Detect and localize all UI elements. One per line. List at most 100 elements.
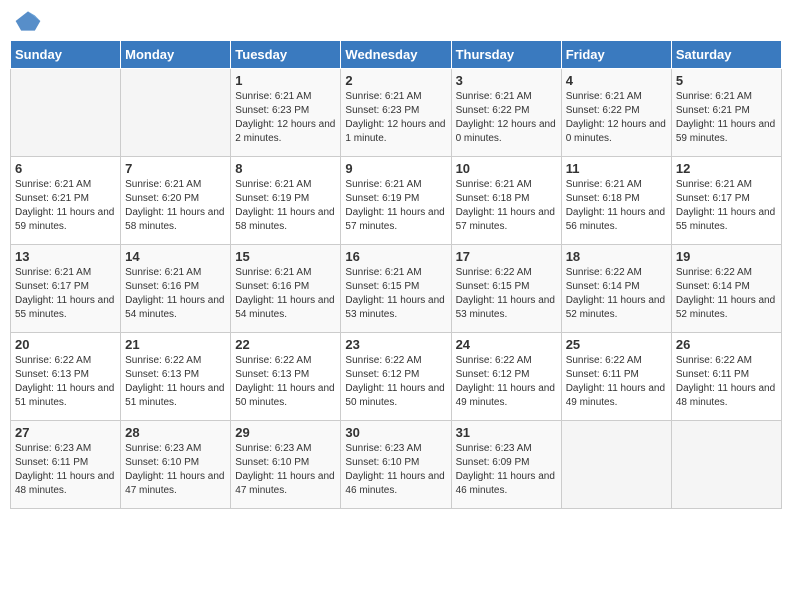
- day-number: 25: [566, 337, 667, 352]
- day-number: 5: [676, 73, 777, 88]
- day-info: Sunrise: 6:22 AM Sunset: 6:12 PM Dayligh…: [345, 354, 446, 410]
- day-info: Sunrise: 6:21 AM Sunset: 6:21 PM Dayligh…: [676, 90, 777, 146]
- weekday-header-monday: Monday: [121, 41, 231, 69]
- calendar-cell: 11 Sunrise: 6:21 AM Sunset: 6:18 PM Dayli…: [561, 157, 671, 245]
- day-number: 18: [566, 249, 667, 264]
- day-info: Sunrise: 6:22 AM Sunset: 6:12 PM Dayligh…: [456, 354, 557, 410]
- day-number: 8: [235, 161, 336, 176]
- calendar-cell: 19Sunrise: 6:22 AM Sunset: 6:14 PM Dayli…: [671, 245, 781, 333]
- day-number: 21: [125, 337, 226, 352]
- day-number: 17: [456, 249, 557, 264]
- day-number: 11: [566, 161, 667, 176]
- day-info: Sunrise: 6:21 AM Sunset: 6:18 PM Dayligh…: [566, 178, 667, 234]
- day-number: 14: [125, 249, 226, 264]
- calendar-body: 1 Sunrise: 6:21 AM Sunset: 6:23 PM Daylig…: [11, 69, 782, 509]
- day-number: 12: [676, 161, 777, 176]
- calendar-week-row: 6Sunrise: 6:21 AM Sunset: 6:21 PM Daylig…: [11, 157, 782, 245]
- day-info: Sunrise: 6:23 AM Sunset: 6:10 PM Dayligh…: [125, 442, 226, 498]
- calendar-cell: 13 Sunrise: 6:21 AM Sunset: 6:17 PM Dayli…: [11, 245, 121, 333]
- day-info: Sunrise: 6:21 AM Sunset: 6:19 PM Dayligh…: [235, 178, 336, 234]
- calendar-week-row: 27 Sunrise: 6:23 AM Sunset: 6:11 PM Dayli…: [11, 421, 782, 509]
- calendar-cell: 5 Sunrise: 6:21 AM Sunset: 6:21 PM Daylig…: [671, 69, 781, 157]
- calendar-cell: [561, 421, 671, 509]
- calendar-cell: 28 Sunrise: 6:23 AM Sunset: 6:10 PM Dayli…: [121, 421, 231, 509]
- day-number: 2: [345, 73, 446, 88]
- calendar-table: SundayMondayTuesdayWednesdayThursdayFrid…: [10, 40, 782, 509]
- day-number: 24: [456, 337, 557, 352]
- calendar-week-row: 13 Sunrise: 6:21 AM Sunset: 6:17 PM Dayli…: [11, 245, 782, 333]
- weekday-header-sunday: Sunday: [11, 41, 121, 69]
- calendar-cell: 29 Sunrise: 6:23 AM Sunset: 6:10 PM Dayli…: [231, 421, 341, 509]
- day-info: Sunrise: 6:22 AM Sunset: 6:13 PM Dayligh…: [15, 354, 116, 410]
- calendar-cell: 17 Sunrise: 6:22 AM Sunset: 6:15 PM Dayli…: [451, 245, 561, 333]
- logo: [14, 10, 46, 32]
- day-info: Sunrise: 6:22 AM Sunset: 6:11 PM Dayligh…: [566, 354, 667, 410]
- calendar-cell: 27 Sunrise: 6:23 AM Sunset: 6:11 PM Dayli…: [11, 421, 121, 509]
- day-number: 7: [125, 161, 226, 176]
- day-info: Sunrise: 6:22 AM Sunset: 6:14 PM Dayligh…: [566, 266, 667, 322]
- day-info: Sunrise: 6:21 AM Sunset: 6:23 PM Dayligh…: [235, 90, 336, 146]
- day-number: 4: [566, 73, 667, 88]
- day-number: 27: [15, 425, 116, 440]
- day-info: Sunrise: 6:22 AM Sunset: 6:11 PM Dayligh…: [676, 354, 777, 410]
- day-info: Sunrise: 6:21 AM Sunset: 6:22 PM Dayligh…: [456, 90, 557, 146]
- day-number: 15: [235, 249, 336, 264]
- calendar-cell: [121, 69, 231, 157]
- day-info: Sunrise: 6:21 AM Sunset: 6:15 PM Dayligh…: [345, 266, 446, 322]
- header: [10, 10, 782, 32]
- calendar-cell: 1 Sunrise: 6:21 AM Sunset: 6:23 PM Daylig…: [231, 69, 341, 157]
- day-info: Sunrise: 6:21 AM Sunset: 6:19 PM Dayligh…: [345, 178, 446, 234]
- day-info: Sunrise: 6:21 AM Sunset: 6:17 PM Dayligh…: [15, 266, 116, 322]
- day-number: 29: [235, 425, 336, 440]
- calendar-cell: 25 Sunrise: 6:22 AM Sunset: 6:11 PM Dayli…: [561, 333, 671, 421]
- calendar-cell: 14 Sunrise: 6:21 AM Sunset: 6:16 PM Dayli…: [121, 245, 231, 333]
- day-info: Sunrise: 6:22 AM Sunset: 6:15 PM Dayligh…: [456, 266, 557, 322]
- day-info: Sunrise: 6:21 AM Sunset: 6:18 PM Dayligh…: [456, 178, 557, 234]
- day-info: Sunrise: 6:23 AM Sunset: 6:09 PM Dayligh…: [456, 442, 557, 498]
- day-info: Sunrise: 6:23 AM Sunset: 6:10 PM Dayligh…: [345, 442, 446, 498]
- day-number: 31: [456, 425, 557, 440]
- day-number: 10: [456, 161, 557, 176]
- calendar-cell: 3 Sunrise: 6:21 AM Sunset: 6:22 PM Daylig…: [451, 69, 561, 157]
- day-number: 20: [15, 337, 116, 352]
- weekday-header-thursday: Thursday: [451, 41, 561, 69]
- day-info: Sunrise: 6:21 AM Sunset: 6:20 PM Dayligh…: [125, 178, 226, 234]
- calendar-cell: 26Sunrise: 6:22 AM Sunset: 6:11 PM Dayli…: [671, 333, 781, 421]
- calendar-cell: [671, 421, 781, 509]
- day-info: Sunrise: 6:21 AM Sunset: 6:16 PM Dayligh…: [125, 266, 226, 322]
- day-info: Sunrise: 6:23 AM Sunset: 6:10 PM Dayligh…: [235, 442, 336, 498]
- calendar-cell: 4 Sunrise: 6:21 AM Sunset: 6:22 PM Daylig…: [561, 69, 671, 157]
- day-number: 28: [125, 425, 226, 440]
- calendar-cell: 6Sunrise: 6:21 AM Sunset: 6:21 PM Daylig…: [11, 157, 121, 245]
- weekday-header-row: SundayMondayTuesdayWednesdayThursdayFrid…: [11, 41, 782, 69]
- day-number: 3: [456, 73, 557, 88]
- calendar-cell: 21Sunrise: 6:22 AM Sunset: 6:13 PM Dayli…: [121, 333, 231, 421]
- day-info: Sunrise: 6:21 AM Sunset: 6:22 PM Dayligh…: [566, 90, 667, 146]
- calendar-cell: 9Sunrise: 6:21 AM Sunset: 6:19 PM Daylig…: [341, 157, 451, 245]
- calendar-cell: 31 Sunrise: 6:23 AM Sunset: 6:09 PM Dayli…: [451, 421, 561, 509]
- calendar-cell: 18 Sunrise: 6:22 AM Sunset: 6:14 PM Dayli…: [561, 245, 671, 333]
- calendar-header: SundayMondayTuesdayWednesdayThursdayFrid…: [11, 41, 782, 69]
- day-number: 13: [15, 249, 116, 264]
- weekday-header-wednesday: Wednesday: [341, 41, 451, 69]
- calendar-week-row: 20 Sunrise: 6:22 AM Sunset: 6:13 PM Dayli…: [11, 333, 782, 421]
- calendar-cell: 15Sunrise: 6:21 AM Sunset: 6:16 PM Dayli…: [231, 245, 341, 333]
- day-number: 22: [235, 337, 336, 352]
- day-number: 1: [235, 73, 336, 88]
- calendar-cell: 22 Sunrise: 6:22 AM Sunset: 6:13 PM Dayli…: [231, 333, 341, 421]
- calendar-cell: 10 Sunrise: 6:21 AM Sunset: 6:18 PM Dayli…: [451, 157, 561, 245]
- day-info: Sunrise: 6:21 AM Sunset: 6:17 PM Dayligh…: [676, 178, 777, 234]
- day-info: Sunrise: 6:23 AM Sunset: 6:11 PM Dayligh…: [15, 442, 116, 498]
- day-number: 16: [345, 249, 446, 264]
- day-number: 30: [345, 425, 446, 440]
- day-info: Sunrise: 6:21 AM Sunset: 6:23 PM Dayligh…: [345, 90, 446, 146]
- day-info: Sunrise: 6:22 AM Sunset: 6:13 PM Dayligh…: [235, 354, 336, 410]
- calendar-cell: 7 Sunrise: 6:21 AM Sunset: 6:20 PM Daylig…: [121, 157, 231, 245]
- weekday-header-saturday: Saturday: [671, 41, 781, 69]
- calendar-week-row: 1 Sunrise: 6:21 AM Sunset: 6:23 PM Daylig…: [11, 69, 782, 157]
- day-number: 23: [345, 337, 446, 352]
- weekday-header-tuesday: Tuesday: [231, 41, 341, 69]
- calendar-cell: 12 Sunrise: 6:21 AM Sunset: 6:17 PM Dayli…: [671, 157, 781, 245]
- day-info: Sunrise: 6:21 AM Sunset: 6:21 PM Dayligh…: [15, 178, 116, 234]
- day-info: Sunrise: 6:22 AM Sunset: 6:14 PM Dayligh…: [676, 266, 777, 322]
